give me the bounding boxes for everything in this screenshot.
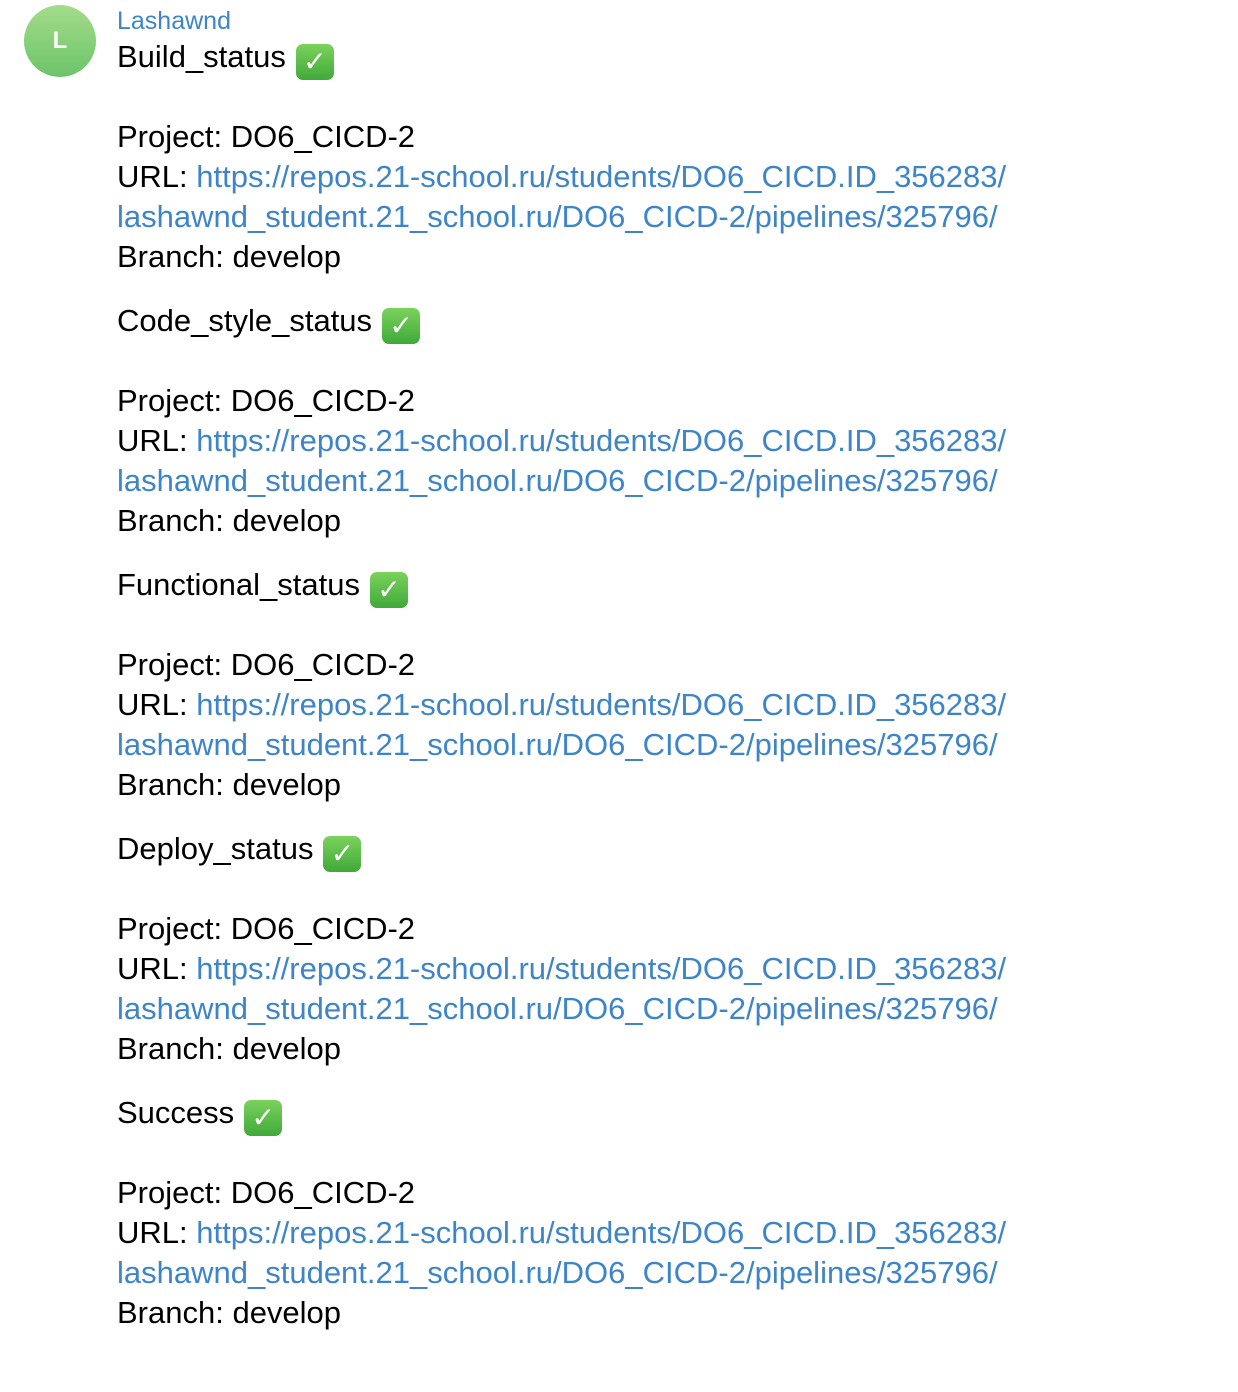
url-label: URL: xyxy=(117,687,197,722)
message-title: Deploy_status xyxy=(117,831,314,866)
check-mark-icon: ✓ xyxy=(244,1100,283,1136)
message-build-status: Build_status ✓ Project: DO6_CICD-2 URL: h… xyxy=(117,37,1217,301)
message-title: Code_style_status xyxy=(117,303,373,338)
message-code-style-status: Code_style_status ✓ Project: DO6_CICD-2 U… xyxy=(117,301,1217,565)
message-deploy-status: Deploy_status ✓ Project: DO6_CICD-2 URL: … xyxy=(117,829,1217,1093)
project-line: Project: DO6_CICD-2 xyxy=(117,1175,416,1210)
url-line: URL: https://repos.21-school.ru/students… xyxy=(117,421,1006,461)
pipeline-link[interactable]: https://repos.21-school.ru/students/DO6_… xyxy=(196,159,1006,194)
message-title-line: Success ✓ xyxy=(117,1093,283,1136)
url-label: URL: xyxy=(117,1215,197,1250)
pipeline-link-continued[interactable]: lashawnd_student.21_school.ru/DO6_CICD-2… xyxy=(117,461,998,501)
url-label: URL: xyxy=(117,423,197,458)
pipeline-link[interactable]: https://repos.21-school.ru/students/DO6_… xyxy=(196,951,1006,986)
project-line: Project: DO6_CICD-2 xyxy=(117,647,416,682)
pipeline-link-continued[interactable]: lashawnd_student.21_school.ru/DO6_CICD-2… xyxy=(117,197,998,237)
check-mark-icon: ✓ xyxy=(382,308,421,344)
message-list: Build_status ✓ Project: DO6_CICD-2 URL: h… xyxy=(117,37,1217,1357)
url-line: URL: https://repos.21-school.ru/students… xyxy=(117,157,1006,197)
message-title: Functional_status xyxy=(117,567,360,602)
pipeline-link[interactable]: https://repos.21-school.ru/students/DO6_… xyxy=(196,687,1006,722)
sender-name[interactable]: Lashawnd xyxy=(117,5,231,37)
pipeline-link-continued[interactable]: lashawnd_student.21_school.ru/DO6_CICD-2… xyxy=(117,725,998,765)
project-line: Project: DO6_CICD-2 xyxy=(117,383,416,418)
url-line: URL: https://repos.21-school.ru/students… xyxy=(117,1213,1006,1253)
check-mark-icon: ✓ xyxy=(323,836,362,872)
message-functional-status: Functional_status ✓ Project: DO6_CICD-2 U… xyxy=(117,565,1217,829)
check-mark-icon: ✓ xyxy=(369,572,408,608)
message-title: Success xyxy=(117,1095,235,1130)
check-mark-icon: ✓ xyxy=(295,44,334,80)
pipeline-link[interactable]: https://repos.21-school.ru/students/DO6_… xyxy=(196,423,1006,458)
branch-line: Branch: develop xyxy=(117,239,342,274)
branch-line: Branch: develop xyxy=(117,1031,342,1066)
url-label: URL: xyxy=(117,951,197,986)
message-title-line: Functional_status ✓ xyxy=(117,565,408,608)
message-success: Success ✓ Project: DO6_CICD-2 URL: https:… xyxy=(117,1093,1217,1357)
avatar[interactable]: L xyxy=(24,5,96,77)
url-label: URL: xyxy=(117,159,197,194)
branch-line: Branch: develop xyxy=(117,767,342,802)
url-line: URL: https://repos.21-school.ru/students… xyxy=(117,949,1006,989)
message-title: Build_status xyxy=(117,39,286,74)
branch-line: Branch: develop xyxy=(117,1295,342,1330)
project-line: Project: DO6_CICD-2 xyxy=(117,911,416,946)
branch-line: Branch: develop xyxy=(117,503,342,538)
message-title-line: Build_status ✓ xyxy=(117,37,334,80)
pipeline-link-continued[interactable]: lashawnd_student.21_school.ru/DO6_CICD-2… xyxy=(117,1253,998,1293)
message-title-line: Code_style_status ✓ xyxy=(117,301,421,344)
project-line: Project: DO6_CICD-2 xyxy=(117,119,416,154)
url-line: URL: https://repos.21-school.ru/students… xyxy=(117,685,1006,725)
message-title-line: Deploy_status ✓ xyxy=(117,829,362,872)
pipeline-link-continued[interactable]: lashawnd_student.21_school.ru/DO6_CICD-2… xyxy=(117,989,998,1029)
pipeline-link[interactable]: https://repos.21-school.ru/students/DO6_… xyxy=(196,1215,1006,1250)
